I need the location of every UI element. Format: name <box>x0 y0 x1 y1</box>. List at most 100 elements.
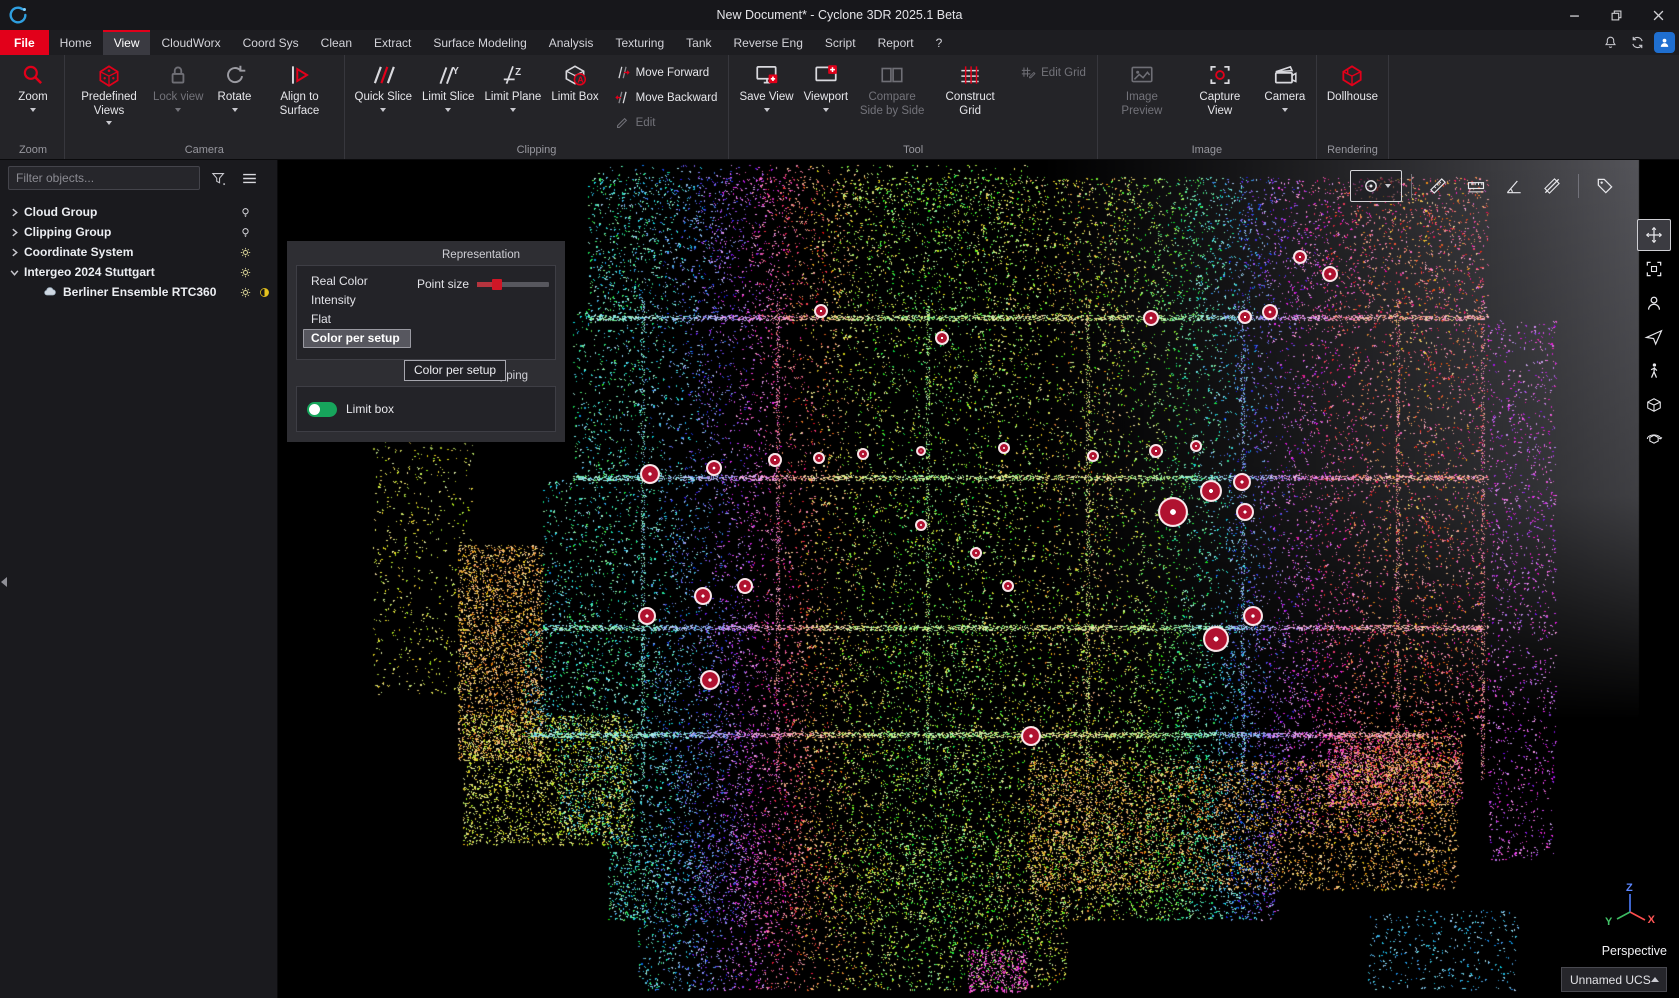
sidebar-collapse-handle[interactable] <box>1 575 9 589</box>
edit-grid-button[interactable]: Edit Grid <box>1015 63 1090 82</box>
capture-view-button[interactable]: Capture View <box>1181 57 1259 119</box>
pan-tool-button[interactable] <box>1637 219 1671 251</box>
construct-grid-button[interactable]: Construct Grid <box>931 57 1009 119</box>
move-forward-button[interactable]: Move Forward <box>610 63 722 82</box>
scan-position-marker[interactable] <box>813 452 825 464</box>
minimize-button[interactable] <box>1553 0 1595 30</box>
sun-icon[interactable] <box>237 244 253 260</box>
walk-mode-button[interactable] <box>1637 355 1671 387</box>
filter-objects-input[interactable] <box>8 166 200 190</box>
scan-position-marker[interactable] <box>1021 726 1041 746</box>
restore-button[interactable] <box>1595 0 1637 30</box>
scan-sphere-icon[interactable] <box>256 284 272 300</box>
option-intensity[interactable]: Intensity <box>303 291 411 310</box>
tab-home[interactable]: Home <box>49 30 103 55</box>
tab-clean[interactable]: Clean <box>310 30 363 55</box>
scan-position-marker[interactable] <box>857 448 869 460</box>
limit-box-button[interactable]: A Limit Box <box>546 57 603 106</box>
option-color-per-setup[interactable]: Color per setup <box>303 329 411 348</box>
scan-position-marker[interactable] <box>694 587 712 605</box>
scan-position-marker[interactable] <box>1149 444 1163 458</box>
scan-position-marker[interactable] <box>916 446 926 456</box>
align-to-surface-button[interactable]: Align to Surface <box>261 57 339 119</box>
tab-view[interactable]: View <box>103 30 151 55</box>
tab-help[interactable]: ? <box>925 30 954 55</box>
predefined-views-button[interactable]: Predefined Views <box>70 57 148 126</box>
rotate-cube-button[interactable] <box>1637 423 1671 455</box>
tab-coord-sys[interactable]: Coord Sys <box>232 30 310 55</box>
sun-icon[interactable] <box>237 264 253 280</box>
bulb-icon[interactable] <box>237 224 253 240</box>
scan-position-marker[interactable] <box>915 519 927 531</box>
scan-position-marker[interactable] <box>1200 480 1222 502</box>
tab-script[interactable]: Script <box>814 30 867 55</box>
camera-button[interactable]: Camera <box>1259 57 1311 113</box>
tree-item-intergeo-2024-stuttgart[interactable]: Intergeo 2024 Stuttgart <box>0 262 277 282</box>
quick-slice-button[interactable]: Quick Slice <box>350 57 418 113</box>
close-button[interactable] <box>1637 0 1679 30</box>
scan-position-marker[interactable] <box>1243 606 1263 626</box>
scan-visibility-button[interactable] <box>1350 170 1402 202</box>
sync-icon[interactable] <box>1627 33 1647 53</box>
scan-position-marker[interactable] <box>935 331 949 345</box>
chevron-right-icon[interactable] <box>8 246 20 258</box>
notification-bell-icon[interactable] <box>1600 33 1620 53</box>
zoom-fit-button[interactable] <box>1637 253 1671 285</box>
scan-position-marker[interactable] <box>1238 310 1252 324</box>
scan-position-marker[interactable] <box>1158 497 1188 527</box>
limit-slice-button[interactable]: Y Limit Slice <box>417 57 479 113</box>
filter-funnel-button[interactable] <box>205 166 231 190</box>
ucs-selector-button[interactable]: Unnamed UCS <box>1561 967 1667 992</box>
option-real-color[interactable]: Real Color <box>303 272 411 291</box>
tab-texturing[interactable]: Texturing <box>604 30 675 55</box>
tab-surface-modeling[interactable]: Surface Modeling <box>422 30 537 55</box>
label-tag-button[interactable] <box>1588 170 1622 202</box>
scan-position-marker[interactable] <box>1190 440 1202 452</box>
scan-position-marker[interactable] <box>814 304 828 318</box>
scan-position-marker[interactable] <box>1293 250 1307 264</box>
account-badge-icon[interactable] <box>1654 32 1675 53</box>
tab-reverse-eng[interactable]: Reverse Eng <box>723 30 814 55</box>
tab-cloudworx[interactable]: CloudWorx <box>150 30 231 55</box>
scan-position-marker[interactable] <box>638 607 656 625</box>
viewport-button[interactable]: Viewport <box>799 57 854 113</box>
save-view-button[interactable]: Save View <box>734 57 798 113</box>
chevron-down-icon[interactable] <box>8 266 20 278</box>
scan-position-marker[interactable] <box>700 670 720 690</box>
clear-measure-button[interactable] <box>1535 170 1569 202</box>
tab-report[interactable]: Report <box>867 30 925 55</box>
viewport[interactable]: Representation Real Color Intensity Flat… <box>278 160 1679 998</box>
tab-analysis[interactable]: Analysis <box>538 30 605 55</box>
scan-position-marker[interactable] <box>1236 503 1254 521</box>
tree-item-berliner-ensemble-rtc360[interactable]: Berliner Ensemble RTC360 <box>0 282 277 302</box>
measure-angle-button[interactable] <box>1497 170 1531 202</box>
scan-position-marker[interactable] <box>1002 580 1014 592</box>
scan-position-marker[interactable] <box>1143 310 1159 326</box>
dollhouse-button[interactable]: Dollhouse <box>1322 57 1383 106</box>
measure-distance-button[interactable] <box>1421 170 1455 202</box>
scan-position-marker[interactable] <box>768 453 782 467</box>
chevron-right-icon[interactable] <box>8 226 20 238</box>
scan-position-marker[interactable] <box>1233 473 1251 491</box>
point-size-slider[interactable] <box>477 282 549 287</box>
scan-position-marker[interactable] <box>737 578 753 594</box>
tree-item-coordinate-system[interactable]: Coordinate System <box>0 242 277 262</box>
move-backward-button[interactable]: Move Backward <box>610 88 722 107</box>
scan-position-marker[interactable] <box>706 460 722 476</box>
measure-horizontal-button[interactable] <box>1459 170 1493 202</box>
scan-position-marker[interactable] <box>1087 450 1099 462</box>
tab-tank[interactable]: Tank <box>675 30 722 55</box>
limit-box-toggle[interactable] <box>307 402 337 417</box>
scan-position-marker[interactable] <box>1262 304 1278 320</box>
scan-position-marker[interactable] <box>1203 626 1229 652</box>
point-size-handle[interactable] <box>492 279 502 290</box>
examine-view-button[interactable] <box>1637 287 1671 319</box>
option-flat[interactable]: Flat <box>303 310 411 329</box>
limit-plane-button[interactable]: Z Limit Plane <box>479 57 546 113</box>
chevron-right-icon[interactable] <box>8 206 20 218</box>
scan-position-marker[interactable] <box>1322 266 1338 282</box>
tab-file[interactable]: File <box>0 30 49 55</box>
rotate-button[interactable]: Rotate <box>209 57 261 113</box>
scan-position-marker[interactable] <box>640 464 660 484</box>
sun-icon[interactable] <box>237 284 253 300</box>
